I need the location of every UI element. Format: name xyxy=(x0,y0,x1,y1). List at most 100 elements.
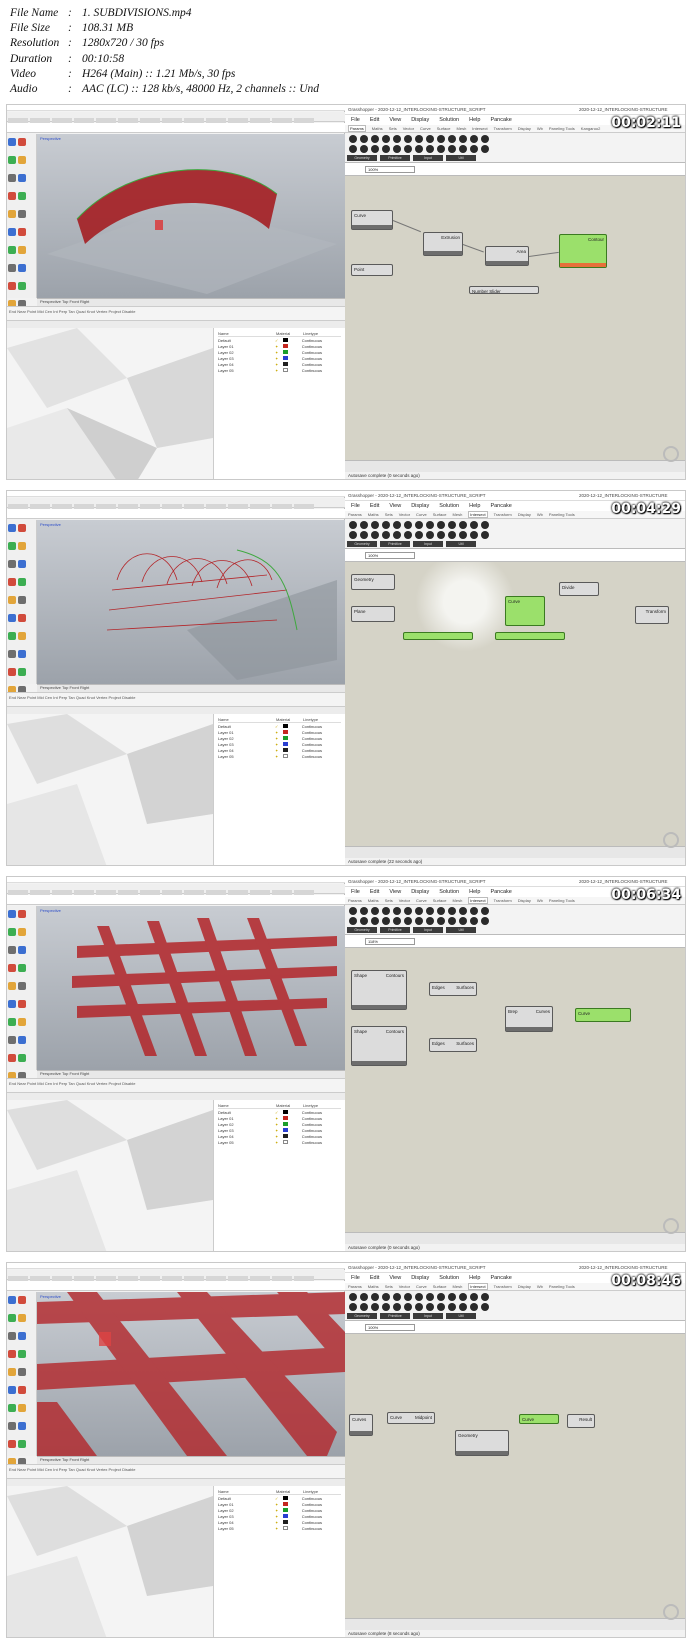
tab-vector[interactable]: Vector xyxy=(399,898,410,903)
tab-vector[interactable]: Vector xyxy=(399,512,410,517)
tab-wb[interactable]: Wb xyxy=(537,512,543,517)
gh-node-plane[interactable]: Plane xyxy=(351,606,395,622)
gh-component-icon[interactable] xyxy=(426,145,434,153)
viewport-label[interactable]: Perspective xyxy=(40,136,61,141)
category-geometry[interactable]: Geometry xyxy=(347,155,377,161)
gh-component-icon[interactable] xyxy=(360,907,368,915)
gh-node-curves-points[interactable]: Curves xyxy=(349,1414,373,1436)
layer-row[interactable]: Layer 01 ✦ Continuous xyxy=(218,729,341,735)
gh-component-icon[interactable] xyxy=(349,135,357,143)
bulb-icon[interactable]: ✓ xyxy=(275,338,283,343)
gh-component-icon[interactable] xyxy=(481,907,489,915)
rhino-tool-icon[interactable] xyxy=(8,1332,16,1340)
rhino-tool-icon[interactable] xyxy=(18,228,26,236)
gh-component-icon[interactable] xyxy=(459,917,467,925)
gh-component-icon[interactable] xyxy=(470,917,478,925)
tab-maths[interactable]: Maths xyxy=(368,898,379,903)
gh-component-icon[interactable] xyxy=(393,145,401,153)
layer-color-swatch[interactable] xyxy=(282,350,288,354)
tab-paneling-tools[interactable]: Paneling Tools xyxy=(549,1284,575,1289)
osnap-bar[interactable]: End Near Point Mid Cen Int Perp Tan Quad… xyxy=(7,1464,345,1478)
gh-component-icon[interactable] xyxy=(470,145,478,153)
rhino-tool-icon[interactable] xyxy=(8,596,16,604)
rhino-tool-icon[interactable] xyxy=(8,982,16,990)
number-slider[interactable] xyxy=(495,632,565,640)
rhino-tool-icon[interactable] xyxy=(18,1314,26,1322)
rhino-tool-icon[interactable] xyxy=(8,1350,16,1358)
layer-color-swatch[interactable] xyxy=(282,1128,288,1132)
rhino-tool-icon[interactable] xyxy=(8,1000,16,1008)
rhino-tool-palette[interactable] xyxy=(7,1292,37,1610)
rhino-tool-icon[interactable] xyxy=(18,1422,26,1430)
category-geometry[interactable]: Geometry xyxy=(347,1313,377,1319)
gh-component-icon[interactable] xyxy=(382,1303,390,1311)
rhino-tool-icon[interactable] xyxy=(8,174,16,182)
rhino-tool-palette[interactable] xyxy=(7,134,37,452)
layer-color-swatch[interactable] xyxy=(282,748,288,752)
layer-row[interactable]: Layer 05 ✦ Continuous xyxy=(218,367,341,373)
gh-component-icon[interactable] xyxy=(371,907,379,915)
tab-mesh[interactable]: Mesh xyxy=(457,126,467,131)
gh-component-icon[interactable] xyxy=(481,1293,489,1301)
menu-help[interactable]: Help xyxy=(469,889,480,895)
layer-color-swatch[interactable] xyxy=(282,338,288,342)
zoom-field[interactable]: 118% xyxy=(365,938,415,945)
menu-solution[interactable]: Solution xyxy=(439,889,459,895)
gh-component-icon[interactable] xyxy=(371,521,379,529)
tab-surface[interactable]: Surface xyxy=(433,1284,447,1289)
layer-row[interactable]: Layer 05 ✦ Continuous xyxy=(218,1139,341,1145)
tab-display[interactable]: Display xyxy=(518,898,531,903)
gh-bottom-toolbar[interactable] xyxy=(345,1232,685,1244)
layer-row[interactable]: Layer 01 ✦ Continuous xyxy=(218,343,341,349)
category-primitive[interactable]: Primitive xyxy=(380,927,410,933)
rhino-tool-icon[interactable] xyxy=(8,910,16,918)
rhino-tool-palette[interactable] xyxy=(7,520,37,838)
menu-help[interactable]: Help xyxy=(469,503,480,509)
tab-wb[interactable]: Wb xyxy=(537,898,543,903)
gh-component-icon[interactable] xyxy=(393,1293,401,1301)
gh-component-icon[interactable] xyxy=(437,1303,445,1311)
tab-sets[interactable]: Sets xyxy=(385,512,393,517)
layer-row[interactable]: Layer 02 ✦ Continuous xyxy=(218,349,341,355)
gh-component-icon[interactable] xyxy=(349,145,357,153)
gh-node-area[interactable]: Area xyxy=(485,246,529,266)
command-line[interactable] xyxy=(7,1281,345,1291)
menu-display[interactable]: Display xyxy=(411,1275,429,1281)
bulb-icon[interactable]: ✓ xyxy=(275,1496,283,1501)
bulb-icon[interactable]: ✦ xyxy=(275,748,283,753)
gh-component-icon[interactable] xyxy=(415,531,423,539)
rhino-tool-icon[interactable] xyxy=(18,578,26,586)
layer-row[interactable]: Layer 02 ✦ Continuous xyxy=(218,735,341,741)
layer-row[interactable]: Layer 05 ✦ Continuous xyxy=(218,753,341,759)
bulb-icon[interactable]: ✦ xyxy=(275,1514,283,1519)
tab-mesh[interactable]: Mesh xyxy=(453,1284,463,1289)
layer-color-swatch[interactable] xyxy=(282,736,288,740)
rhino-tool-icon[interactable] xyxy=(18,596,26,604)
rhino-tool-icon[interactable] xyxy=(18,964,26,972)
rhino-tool-icon[interactable] xyxy=(8,650,16,658)
gh-component-icon[interactable] xyxy=(481,531,489,539)
perspective-viewport[interactable]: Perspective xyxy=(37,134,345,298)
gh-component-icon[interactable] xyxy=(437,907,445,915)
gh-component-icon[interactable] xyxy=(382,1293,390,1301)
zoom-field[interactable]: 100% xyxy=(365,166,415,173)
rhino-tool-icon[interactable] xyxy=(18,614,26,622)
rhino-tool-icon[interactable] xyxy=(8,1314,16,1322)
viewport-label[interactable]: Perspective xyxy=(40,522,61,527)
rhino-tool-icon[interactable] xyxy=(8,282,16,290)
gh-node-point[interactable]: Point xyxy=(351,264,393,276)
category-geometry[interactable]: Geometry xyxy=(347,927,377,933)
layer-color-swatch[interactable] xyxy=(282,362,288,366)
gh-component-icon[interactable] xyxy=(360,1293,368,1301)
rhino-tool-icon[interactable] xyxy=(8,1036,16,1044)
category-geometry[interactable]: Geometry xyxy=(347,541,377,547)
rhino-tool-icon[interactable] xyxy=(8,668,16,676)
command-line[interactable] xyxy=(7,509,345,519)
layer-row[interactable]: Layer 04 ✦ Continuous xyxy=(218,747,341,753)
gh-component-icon[interactable] xyxy=(382,531,390,539)
rhino-tool-icon[interactable] xyxy=(8,560,16,568)
gh-node-result[interactable]: Result xyxy=(567,1414,595,1428)
gh-node-curve[interactable]: Curve xyxy=(575,1008,631,1022)
rhino-tool-icon[interactable] xyxy=(18,264,26,272)
rhino-tool-icon[interactable] xyxy=(18,650,26,658)
